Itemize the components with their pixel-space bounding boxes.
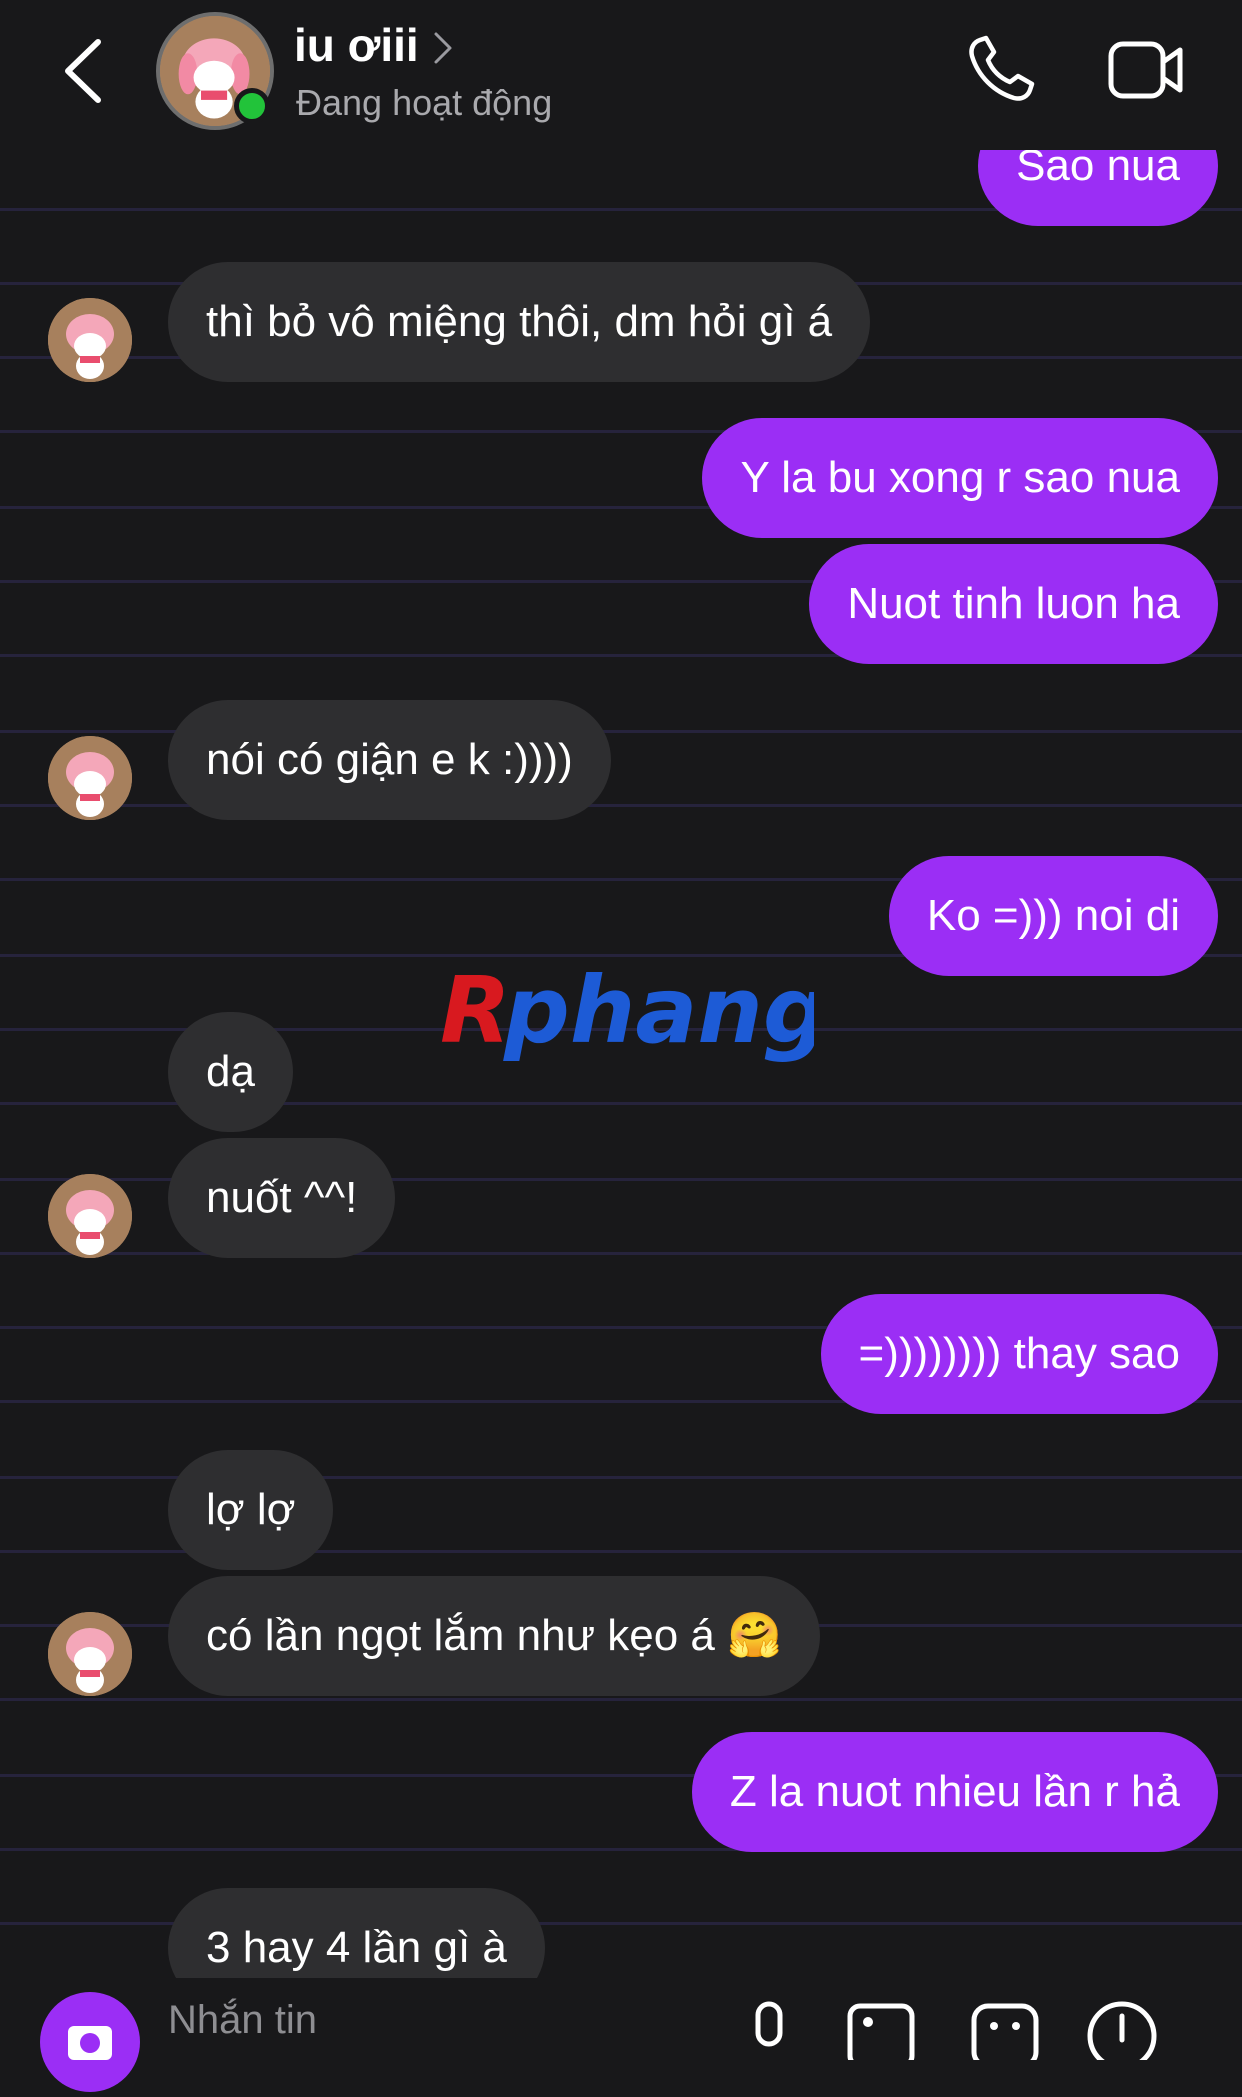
- message-incoming[interactable]: thì bỏ vô miệng thôi, dm hỏi gì á: [168, 262, 871, 382]
- microphone-icon[interactable]: [746, 2000, 792, 2060]
- message-text: nói có giận e k :)))): [206, 735, 573, 784]
- phone-icon[interactable]: [966, 34, 1036, 104]
- message-incoming[interactable]: dạ: [168, 1012, 293, 1132]
- contact-name[interactable]: iu ơiii: [294, 18, 419, 72]
- sender-avatar[interactable]: [48, 736, 132, 820]
- svg-text:R: R: [440, 962, 511, 1062]
- chevron-right-icon[interactable]: [432, 28, 454, 68]
- message-incoming[interactable]: lợ lợ: [168, 1450, 334, 1570]
- message-outgoing[interactable]: Ko =))) noi di: [888, 856, 1218, 976]
- camera-icon[interactable]: [40, 1992, 140, 2092]
- message-incoming[interactable]: nuốt ^^!: [168, 1138, 396, 1258]
- svg-text:phang: phang: [503, 962, 814, 1062]
- sender-avatar[interactable]: [48, 1612, 132, 1696]
- message-outgoing[interactable]: =)))))))) thay sao: [820, 1294, 1218, 1414]
- message-text: có lần ngọt lắm như kẹo á 🤗: [206, 1611, 782, 1660]
- watermark-logo: R phang: [434, 957, 829, 1067]
- message-outgoing[interactable]: Nuot tinh luon ha: [809, 544, 1218, 664]
- message-text: Y la bu xong r sao nua: [740, 453, 1180, 502]
- sender-avatar[interactable]: [48, 1174, 132, 1258]
- message-outgoing[interactable]: Z la nuot nhieu lần r hả: [691, 1732, 1218, 1852]
- message-incoming[interactable]: nói có giận e k :)))): [168, 700, 611, 820]
- message-text: thì bỏ vô miệng thôi, dm hỏi gì á: [206, 297, 833, 346]
- video-camera-icon[interactable]: [1108, 38, 1184, 102]
- chevron-left-icon[interactable]: [56, 36, 116, 106]
- message-text: Z la nuot nhieu lần r hả: [729, 1767, 1180, 1816]
- online-indicator: [234, 88, 270, 124]
- message-text: lợ lợ: [206, 1485, 296, 1534]
- message-outgoing[interactable]: Y la bu xong r sao nua: [702, 418, 1218, 538]
- message-text: dạ: [206, 1047, 255, 1096]
- message-composer: Nhắn tin: [0, 1978, 1242, 2092]
- contact-status: Đang hoạt động: [296, 82, 553, 123]
- add-icon[interactable]: [1086, 2000, 1158, 2060]
- image-icon[interactable]: [846, 2000, 916, 2060]
- message-text: Ko =))) noi di: [926, 891, 1180, 940]
- chat-header: iu ơiii Đang hoạt động: [0, 0, 1242, 150]
- message-text: =)))))))) thay sao: [858, 1329, 1180, 1378]
- sticker-icon[interactable]: [970, 2000, 1040, 2060]
- message-text: 3 hay 4 lần gì à: [206, 1923, 507, 1972]
- sender-avatar[interactable]: [48, 298, 132, 382]
- message-text: Nuot tinh luon ha: [847, 579, 1180, 628]
- message-incoming[interactable]: có lần ngọt lắm như kẹo á 🤗: [168, 1576, 820, 1696]
- message-input[interactable]: Nhắn tin: [168, 1998, 317, 2043]
- message-text: nuốt ^^!: [206, 1173, 358, 1222]
